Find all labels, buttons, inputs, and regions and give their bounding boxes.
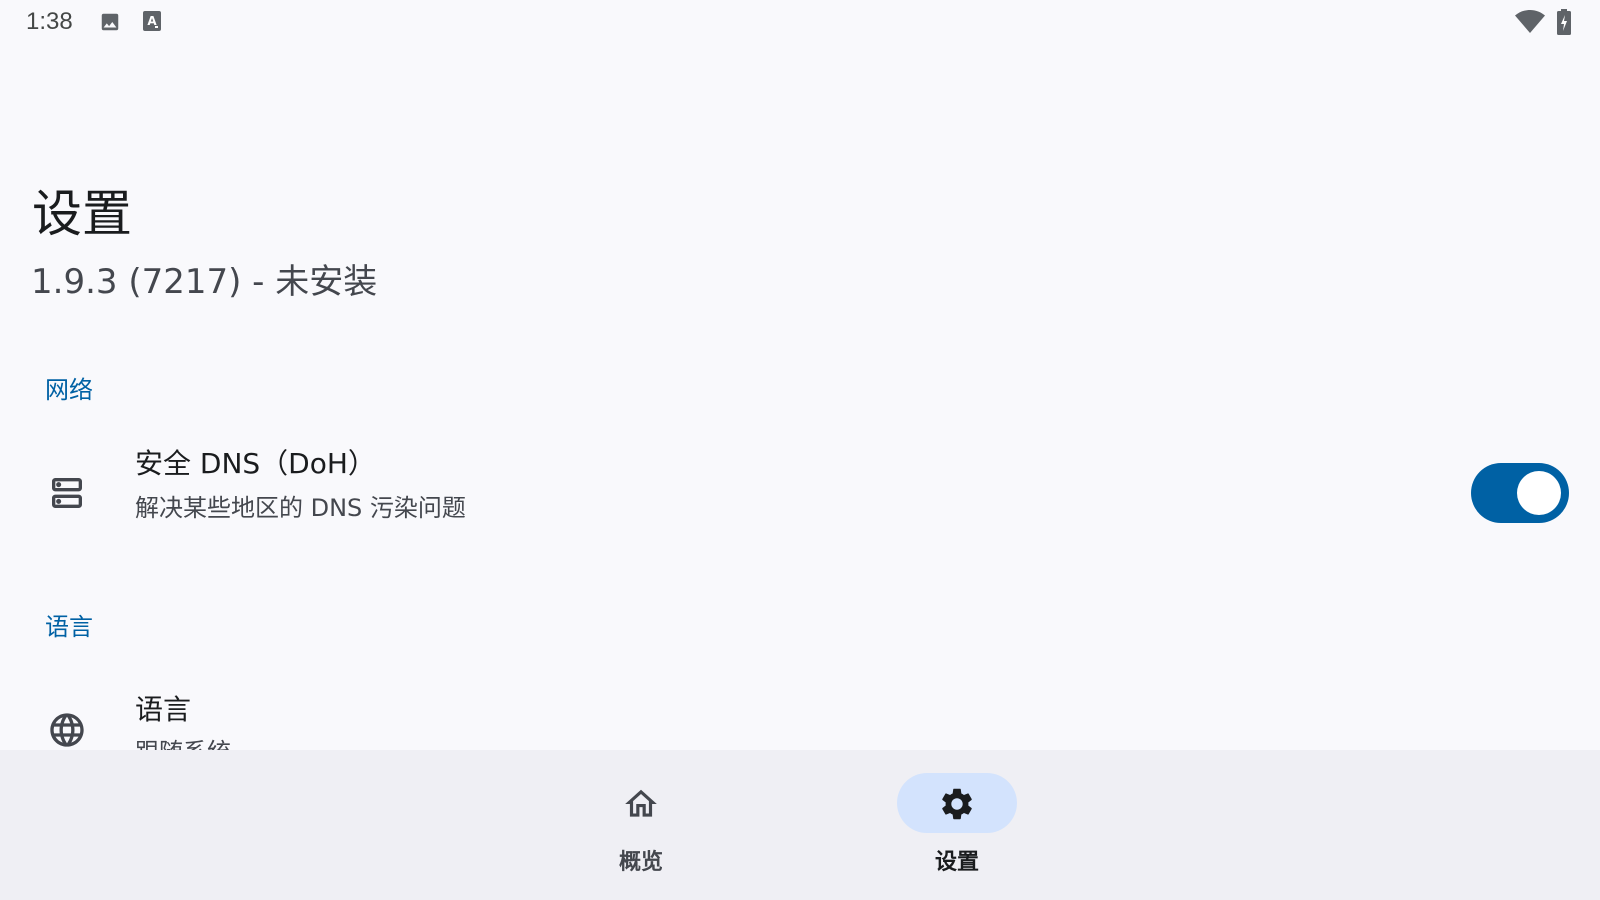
nav-label: 设置 — [934, 850, 979, 875]
image-icon — [99, 11, 121, 37]
section-header-language: 语言 — [45, 613, 93, 641]
setting-summary: 跟随系统 — [135, 736, 231, 750]
toggle-thumb — [1517, 471, 1561, 515]
settings-screen: 1:38 A 设置 1.9.3 (7217) - 未安装 网络 安全 DNS（D… — [0, 0, 1600, 900]
setting-title: 语言 — [135, 693, 192, 726]
section-header-network: 网络 — [45, 376, 93, 404]
setting-title: 安全 DNS（DoH） — [135, 447, 376, 480]
battery-charging-icon — [1557, 9, 1571, 39]
svg-text:A: A — [147, 14, 157, 28]
status-bar: 1:38 A — [0, 0, 1600, 46]
globe-icon — [47, 710, 87, 750]
home-icon — [622, 785, 660, 827]
secure-dns-toggle[interactable] — [1471, 463, 1569, 523]
setting-secure-dns[interactable]: 安全 DNS（DoH） 解决某些地区的 DNS 污染问题 — [0, 446, 1600, 546]
wifi-icon — [1515, 10, 1545, 38]
dns-server-icon — [47, 473, 87, 517]
setting-language[interactable]: 语言 跟随系统 — [0, 684, 1600, 750]
page-title: 设置 — [32, 185, 132, 243]
gear-icon — [938, 785, 976, 827]
bottom-navigation-bar: 概览 设置 — [0, 750, 1600, 900]
version-subtitle: 1.9.3 (7217) - 未安装 — [31, 262, 378, 302]
nav-label: 概览 — [618, 850, 663, 875]
nav-item-overview[interactable]: 概览 — [561, 750, 721, 900]
status-time: 1:38 — [26, 8, 73, 35]
setting-summary: 解决某些地区的 DNS 污染问题 — [135, 494, 466, 522]
nav-item-settings[interactable]: 设置 — [877, 750, 1037, 900]
a-icon: A — [143, 11, 161, 35]
